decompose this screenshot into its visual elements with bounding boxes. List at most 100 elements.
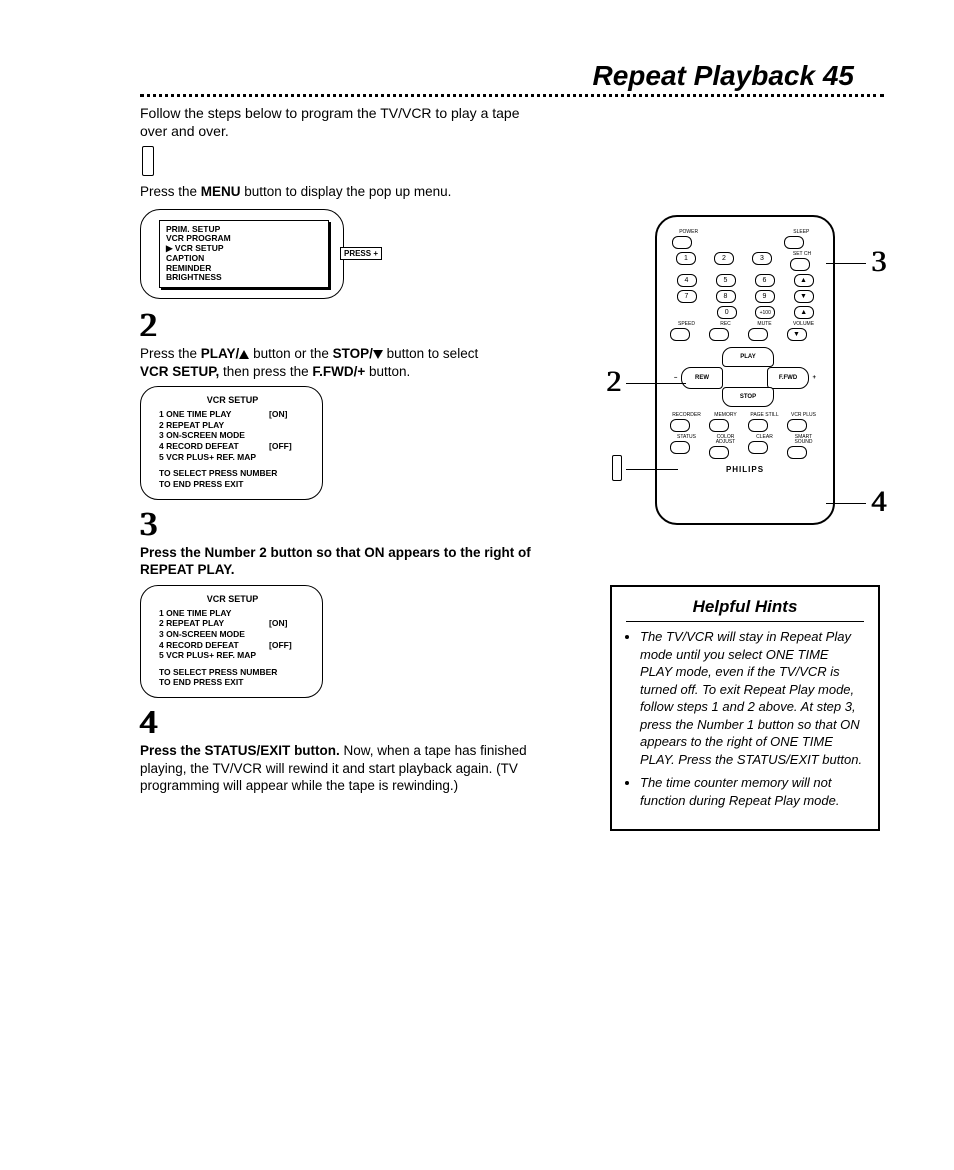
callout-line bbox=[826, 503, 866, 504]
osd-row: 3 ON-SCREEN MODE bbox=[159, 629, 269, 640]
menu-button: ▲ bbox=[794, 306, 814, 319]
step-1-text: Press the MENU button to display the pop… bbox=[140, 183, 570, 201]
osd-footer: TO SELECT PRESS NUMBER bbox=[159, 468, 310, 478]
btn-label: SET CH bbox=[790, 252, 814, 257]
osd-title: VCR SETUP bbox=[155, 594, 310, 604]
btn-label: MEMORY bbox=[709, 413, 743, 418]
num-button: 8 bbox=[716, 290, 736, 303]
rew-button: –REW bbox=[681, 367, 723, 389]
step-4-number: 4 bbox=[140, 706, 157, 740]
recorder-button bbox=[670, 419, 690, 432]
status-exit-button bbox=[670, 441, 690, 454]
num-button: 5 bbox=[716, 274, 736, 287]
channel-down-button: ▼ bbox=[794, 290, 814, 303]
btn-label: SMART SOUND bbox=[787, 435, 821, 445]
num-button: 7 bbox=[677, 290, 697, 303]
callout-3: 3 bbox=[871, 245, 886, 279]
num-button: 6 bbox=[755, 274, 775, 287]
osd-row: 2 REPEAT PLAY bbox=[159, 420, 269, 431]
osd-value: [OFF] bbox=[269, 640, 292, 651]
osd-value: [ON] bbox=[269, 409, 287, 420]
mute-button bbox=[748, 328, 768, 341]
step-2-text: Press the PLAY/ button or the STOP/ butt… bbox=[140, 345, 570, 380]
btn-label: STATUS bbox=[670, 435, 704, 440]
callout-4: 4 bbox=[871, 485, 886, 519]
ffwd-button: F.FWD+ bbox=[767, 367, 809, 389]
callout-line bbox=[826, 263, 866, 264]
channel-up-button: ▲ bbox=[794, 274, 814, 287]
num-button: 4 bbox=[677, 274, 697, 287]
step-3-text: Press the Number 2 button so that ON app… bbox=[140, 544, 570, 579]
osd-row: 1 ONE TIME PLAY bbox=[159, 608, 269, 619]
btn-label: CLEAR bbox=[748, 435, 782, 440]
osd-value: [ON] bbox=[269, 618, 287, 629]
vcrplus-button bbox=[787, 419, 807, 432]
clear-button bbox=[748, 441, 768, 454]
btn-label: SPEED bbox=[670, 322, 704, 327]
stop-button: STOP bbox=[722, 387, 774, 407]
press-plus-label: PRESS + bbox=[340, 247, 382, 260]
num-button: 3 bbox=[752, 252, 772, 265]
instructions-column: Follow the steps below to program the TV… bbox=[140, 105, 570, 795]
hints-title: Helpful Hints bbox=[626, 597, 864, 622]
callout-2: 2 bbox=[606, 365, 621, 399]
osd-footer: TO END PRESS EXIT bbox=[159, 677, 310, 687]
memory-button bbox=[709, 419, 729, 432]
smartsound-button bbox=[787, 446, 807, 459]
callout-1: 1 bbox=[612, 455, 622, 481]
num-button: 1 bbox=[676, 252, 696, 265]
volume-button: ▼ bbox=[787, 328, 807, 341]
btn-label: REC bbox=[709, 322, 743, 327]
btn-label: MUTE bbox=[748, 322, 782, 327]
color-adjust-button bbox=[709, 446, 729, 459]
plus100-button: +100 bbox=[755, 306, 775, 319]
manual-page: Repeat Playback 45 Follow the steps belo… bbox=[0, 0, 954, 1170]
step-3-number: 3 bbox=[140, 508, 157, 542]
illustration-column: POWER SLEEP 1 2 3 SET CH 4 5 6 ▲ bbox=[610, 105, 880, 831]
osd-row: 4 RECORD DEFEAT bbox=[159, 640, 269, 651]
num-button: 2 bbox=[714, 252, 734, 265]
osd-row: 3 ON-SCREEN MODE bbox=[159, 430, 269, 441]
speed-button bbox=[670, 328, 690, 341]
osd-main-menu: PRIM. SETUP VCR PROGRAM ▶ VCR SETUP CAPT… bbox=[140, 209, 344, 300]
page-title: Repeat Playback 45 bbox=[140, 60, 884, 92]
callout-line bbox=[626, 383, 686, 384]
btn-label: VOLUME bbox=[787, 322, 821, 327]
brand-label: PHILIPS bbox=[667, 465, 823, 474]
osd-vcr-setup-2: VCR SETUP 1 ONE TIME PLAY 2 REPEAT PLAY[… bbox=[140, 585, 323, 699]
down-triangle-icon bbox=[373, 350, 383, 359]
btn-label: POWER bbox=[672, 230, 706, 235]
helpful-hints-box: Helpful Hints The TV/VCR will stay in Re… bbox=[610, 585, 880, 831]
osd-row: 1 ONE TIME PLAY bbox=[159, 409, 269, 420]
osd-row: 5 VCR PLUS+ REF. MAP bbox=[159, 452, 269, 463]
step-4-text: Press the STATUS/EXIT button. Now, when … bbox=[140, 742, 570, 795]
callout-line bbox=[626, 469, 678, 470]
step-1-marker bbox=[142, 146, 154, 176]
osd-value: [OFF] bbox=[269, 441, 292, 452]
num-button: 0 bbox=[717, 306, 737, 319]
up-triangle-icon bbox=[239, 350, 249, 359]
menu-item: BRIGHTNESS bbox=[166, 273, 322, 283]
hint-item: The time counter memory will not functio… bbox=[640, 774, 864, 809]
btn-label: COLOR ADJUST bbox=[709, 435, 743, 445]
remote-control-diagram: POWER SLEEP 1 2 3 SET CH 4 5 6 ▲ bbox=[655, 215, 835, 525]
osd-title: VCR SETUP bbox=[155, 395, 310, 405]
hint-item: The TV/VCR will stay in Repeat Play mode… bbox=[640, 628, 864, 768]
osd-footer: TO SELECT PRESS NUMBER bbox=[159, 667, 310, 677]
osd-vcr-setup-1: VCR SETUP 1 ONE TIME PLAY[ON] 2 REPEAT P… bbox=[140, 386, 323, 500]
intro-text: Follow the steps below to program the TV… bbox=[140, 105, 550, 140]
osd-row: 2 REPEAT PLAY bbox=[159, 618, 269, 629]
step-2-number: 2 bbox=[140, 309, 157, 343]
divider bbox=[140, 94, 884, 97]
btn-label: VCR PLUS bbox=[787, 413, 821, 418]
osd-row: 5 VCR PLUS+ REF. MAP bbox=[159, 650, 269, 661]
btn-label: RECORDER bbox=[670, 413, 704, 418]
rec-button bbox=[709, 328, 729, 341]
pagestill-button bbox=[748, 419, 768, 432]
osd-row: 4 RECORD DEFEAT bbox=[159, 441, 269, 452]
num-button: 9 bbox=[755, 290, 775, 303]
setch-button bbox=[790, 258, 810, 271]
play-pad: PLAY –REW F.FWD+ STOP bbox=[667, 347, 823, 407]
osd-footer: TO END PRESS EXIT bbox=[159, 479, 310, 489]
power-button bbox=[672, 236, 692, 249]
